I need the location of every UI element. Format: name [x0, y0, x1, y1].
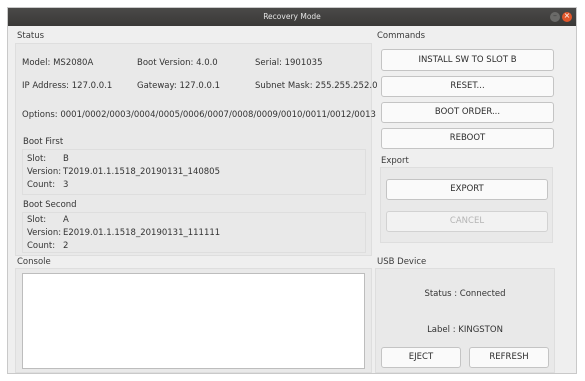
minimize-icon: –: [553, 11, 557, 20]
gateway-label: Gateway: 127.0.0.1: [137, 81, 221, 91]
cancel-button: CANCEL: [386, 211, 548, 232]
export-panel: EXPORT CANCEL: [380, 167, 553, 243]
boot-first-version-value: T2019.01.1.1518_20190131_140805: [63, 167, 220, 177]
window-title: Recovery Mode: [263, 12, 321, 21]
title-bar: Recovery Mode – ×: [8, 8, 576, 26]
status-panel: Model: MS2080A Boot Version: 4.0.0 Seria…: [15, 43, 377, 256]
export-section-title: Export: [381, 156, 409, 166]
commands-section-title: Commands: [377, 31, 426, 41]
boot-second-count-label: Count:: [27, 241, 56, 251]
boot-second-title: Boot Second: [23, 200, 77, 210]
ip-address-label: IP Address: 127.0.0.1: [22, 81, 113, 91]
boot-second-version-label: Version:: [27, 228, 62, 238]
options-label: Options: 0001/0002/0003/0004/0005/0006/0…: [22, 110, 376, 120]
boot-second-count-value: 2: [63, 241, 69, 251]
close-button[interactable]: ×: [562, 11, 572, 22]
console-section-title: Console: [17, 257, 51, 267]
boot-second-version-value: E2019.01.1.1518_20190131_111111: [63, 228, 221, 238]
model-label: Model: MS2080A: [22, 58, 94, 68]
reset-button[interactable]: RESET...: [381, 76, 554, 97]
export-button[interactable]: EXPORT: [386, 179, 548, 200]
boot-first-count-value: 3: [63, 180, 69, 190]
usb-label-text: Label : KINGSTON: [427, 325, 503, 335]
reboot-button[interactable]: REBOOT: [381, 128, 554, 149]
boot-first-version-label: Version:: [27, 167, 62, 177]
eject-button[interactable]: EJECT: [381, 347, 461, 368]
console-output[interactable]: [22, 273, 365, 369]
console-panel: [15, 268, 372, 373]
status-section-title: Status: [17, 31, 45, 41]
boot-first-title: Boot First: [23, 137, 64, 147]
usb-section-title: USB Device: [377, 257, 427, 267]
minimize-button[interactable]: –: [550, 11, 560, 22]
boot-second-slot-value: A: [63, 215, 69, 225]
close-icon: ×: [563, 11, 571, 20]
recovery-window: Recovery Mode – × Status Model: MS2080A …: [7, 7, 577, 374]
subnet-mask-label: Subnet Mask: 255.255.252.0: [255, 81, 378, 91]
serial-label: Serial: 1901035: [255, 58, 323, 68]
refresh-button[interactable]: REFRESH: [469, 347, 549, 368]
boot-version-label: Boot Version: 4.0.0: [137, 58, 218, 68]
install-sw-button[interactable]: INSTALL SW TO SLOT B: [381, 49, 554, 71]
boot-first-slot-label: Slot:: [27, 154, 47, 164]
usb-panel: Status : Connected Label : KINGSTON EJEC…: [375, 268, 555, 373]
boot-second-slot-label: Slot:: [27, 215, 47, 225]
boot-order-button[interactable]: BOOT ORDER...: [381, 102, 554, 123]
usb-status-label: Status : Connected: [424, 289, 506, 299]
boot-first-count-label: Count:: [27, 180, 56, 190]
boot-first-slot-value: B: [63, 154, 69, 164]
boot-second-panel: Slot: A Version: E2019.01.1.1518_2019013…: [22, 212, 366, 253]
boot-first-panel: Slot: B Version: T2019.01.1.1518_2019013…: [22, 149, 366, 195]
